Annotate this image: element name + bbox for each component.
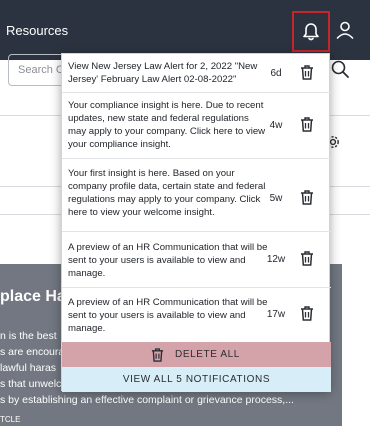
notification-age: 5w <box>269 193 283 204</box>
article-text-line: s by establishing an effective complaint… <box>0 394 294 406</box>
notification-message[interactable]: Your first insight is here. Based on you… <box>68 167 268 219</box>
notification-message[interactable]: A preview of an HR Communication that wi… <box>68 241 268 280</box>
delete-all-button[interactable]: DELETE ALL <box>62 342 331 367</box>
notification-item[interactable]: Your first insight is here. Based on you… <box>62 159 331 232</box>
notification-message[interactable]: Your compliance insight is here. Due to … <box>68 99 268 151</box>
nav-title[interactable]: Resources <box>6 23 68 38</box>
top-navigation-bar: Resources <box>0 0 370 60</box>
trash-icon <box>151 348 164 362</box>
notification-item[interactable]: Your compliance insight is here. Due to … <box>62 93 331 159</box>
view-all-notifications-button[interactable]: VIEW ALL 5 NOTIFICATIONS <box>62 367 331 392</box>
notifications-bell-button[interactable] <box>292 11 330 52</box>
notification-message[interactable]: A preview of an HR Communication that wi… <box>68 296 268 335</box>
article-text-line: s are encoura <box>0 346 65 358</box>
search-icon[interactable] <box>331 60 349 78</box>
delete-all-label: DELETE ALL <box>175 349 240 360</box>
view-all-label: VIEW ALL 5 NOTIFICATIONS <box>122 374 271 385</box>
notification-age: 6d <box>270 68 282 79</box>
trash-icon[interactable] <box>300 251 314 266</box>
trash-icon[interactable] <box>300 190 314 205</box>
trash-icon[interactable] <box>300 306 314 321</box>
notification-age: 4w <box>269 120 283 131</box>
user-icon[interactable] <box>336 21 354 39</box>
article-heading: place Ha <box>0 288 66 305</box>
article-type-label: TCLE <box>0 415 21 424</box>
notification-age: 12w <box>266 254 286 265</box>
notification-item[interactable]: A preview of an HR Communication that wi… <box>62 232 331 288</box>
article-text-line: n is the best <box>0 330 57 342</box>
notification-age: 17w <box>266 309 286 320</box>
notification-item[interactable]: A preview of an HR Communication that wi… <box>62 288 331 342</box>
trash-icon[interactable] <box>300 65 314 80</box>
article-text-line: s that unwelco <box>0 378 68 390</box>
notification-message[interactable]: View New Jersey Law Alert for 2, 2022 "N… <box>68 60 268 86</box>
notifications-popover: View New Jersey Law Alert for 2, 2022 "N… <box>61 53 331 392</box>
trash-icon[interactable] <box>300 117 314 132</box>
notification-item[interactable]: View New Jersey Law Alert for 2, 2022 "N… <box>62 54 331 93</box>
article-text-line: lawful haras <box>0 362 57 374</box>
bell-icon <box>303 23 319 41</box>
search-input[interactable]: Search Co <box>8 54 68 86</box>
